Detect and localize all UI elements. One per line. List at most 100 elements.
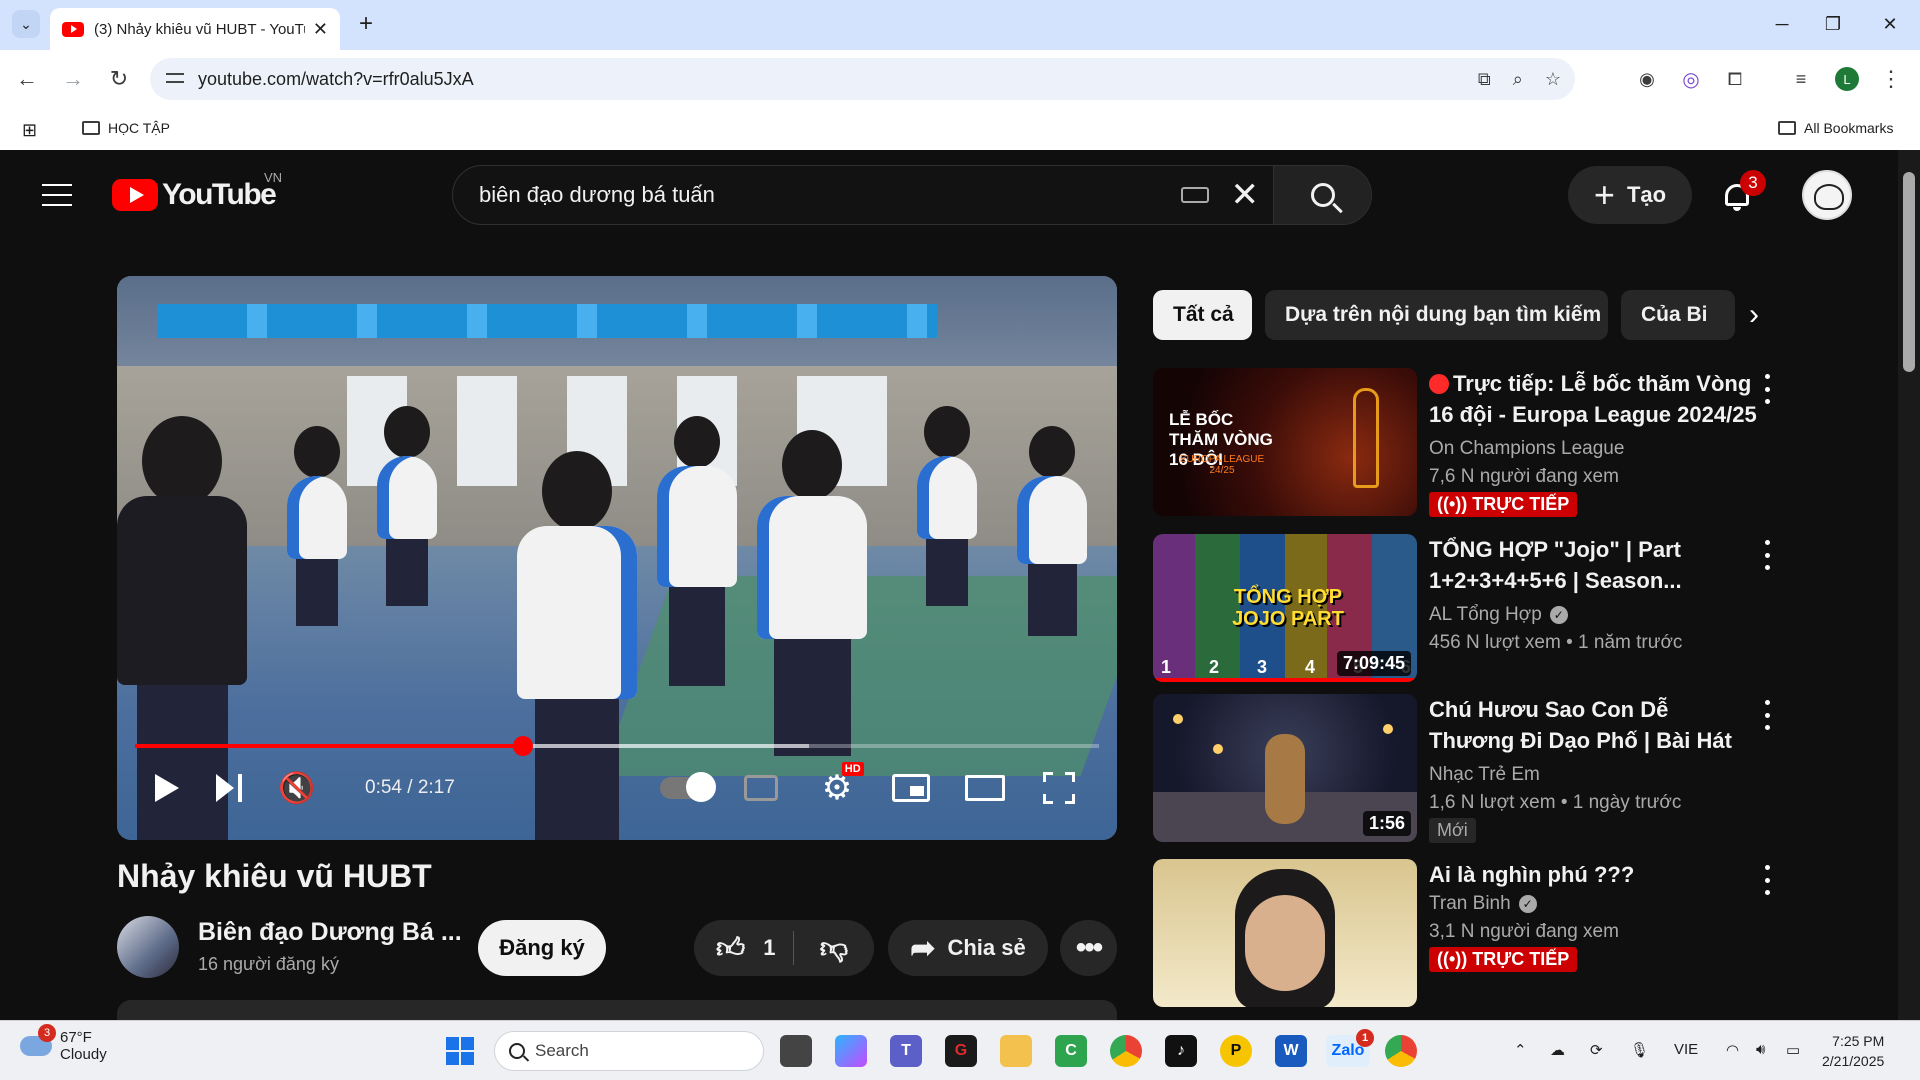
- subtitles-button[interactable]: [741, 766, 781, 810]
- recommendation-title[interactable]: Ai là nghìn phú ???: [1429, 859, 1759, 890]
- all-bookmarks-button[interactable]: All Bookmarks: [1778, 120, 1893, 136]
- apps-grid-icon[interactable]: ⊞: [22, 120, 37, 141]
- recommendation-channel[interactable]: AL Tổng Hợp ✓: [1429, 604, 1568, 626]
- scrollbar-thumb[interactable]: [1903, 172, 1915, 372]
- miniplayer-button[interactable]: [889, 766, 933, 810]
- start-button[interactable]: [444, 1035, 476, 1067]
- clear-search-icon[interactable]: ✕: [1231, 175, 1260, 215]
- autoplay-toggle[interactable]: [657, 766, 717, 810]
- chip-based-on-search[interactable]: Dựa trên nội dung bạn tìm kiếm: [1265, 290, 1608, 340]
- browser-menu-icon[interactable]: ⋮: [1876, 64, 1906, 94]
- volume-icon[interactable]: 🔊︎: [1756, 1041, 1765, 1058]
- search-input[interactable]: biên đạo dương bá tuấn: [453, 166, 1181, 224]
- microphone-icon[interactable]: 🎙︎: [1630, 1041, 1649, 1059]
- page-scrollbar[interactable]: [1898, 150, 1920, 1020]
- profile-button[interactable]: L: [1832, 64, 1862, 94]
- word-icon[interactable]: W: [1275, 1035, 1307, 1067]
- open-in-app-icon[interactable]: ⧉: [1478, 69, 1491, 90]
- bookmark-folder-hoc-tap[interactable]: HỌC TẬP: [82, 120, 170, 136]
- task-view-icon[interactable]: [780, 1035, 812, 1067]
- minimize-button[interactable]: ─: [1762, 10, 1802, 38]
- weather-widget[interactable]: 3 67°F Cloudy: [20, 1024, 107, 1063]
- zoom-icon[interactable]: ⌕: [1513, 69, 1523, 90]
- user-avatar[interactable]: [1802, 170, 1852, 220]
- play-button[interactable]: [147, 766, 187, 810]
- more-vertical-icon[interactable]: [1757, 865, 1777, 895]
- more-vertical-icon[interactable]: [1757, 540, 1777, 570]
- chevron-right-icon[interactable]: ›: [1735, 290, 1773, 340]
- forward-button[interactable]: →: [58, 64, 88, 94]
- channel-name[interactable]: Biên đạo Dương Bá ...: [198, 918, 462, 947]
- description-box[interactable]: [117, 1000, 1117, 1020]
- recommendation-title[interactable]: TỔNG HỢP "Jojo" | Part 1+2+3+4+5+6 | Sea…: [1429, 534, 1759, 596]
- recommendation-title[interactable]: Chú Hươu Sao Con Dễ Thương Đi Dạo Phố | …: [1429, 694, 1759, 756]
- chip-all[interactable]: Tất cả: [1153, 290, 1252, 340]
- guide-menu-icon[interactable]: [42, 184, 72, 206]
- tab-close-icon[interactable]: ✕: [313, 19, 328, 40]
- theater-mode-button[interactable]: [963, 766, 1007, 810]
- share-button[interactable]: ➦ Chia sẻ: [888, 920, 1048, 976]
- garena-icon[interactable]: G: [945, 1035, 977, 1067]
- next-button[interactable]: [209, 766, 249, 810]
- chip-from-channel[interactable]: Của Bi: [1621, 290, 1735, 340]
- fullscreen-button[interactable]: [1037, 766, 1081, 810]
- back-button[interactable]: ←: [12, 64, 42, 94]
- recommendation-channel[interactable]: Tran Binh ✓: [1429, 893, 1537, 915]
- bookmark-star-icon[interactable]: ☆: [1545, 69, 1561, 90]
- more-vertical-icon[interactable]: [1757, 374, 1777, 404]
- vpn-icon[interactable]: ☁: [1550, 1041, 1565, 1059]
- video-thumbnail[interactable]: 1:56: [1153, 694, 1417, 842]
- create-button[interactable]: + Tạo: [1568, 166, 1692, 224]
- sync-icon[interactable]: ⟳: [1590, 1041, 1603, 1059]
- color-extension-icon[interactable]: ◎: [1676, 64, 1706, 94]
- copilot-icon[interactable]: [835, 1035, 867, 1067]
- subscribe-button[interactable]: Đăng ký: [478, 920, 606, 976]
- chat-app-icon[interactable]: P: [1220, 1035, 1252, 1067]
- channel-avatar[interactable]: [117, 916, 179, 978]
- reload-button[interactable]: ↻: [104, 64, 134, 94]
- show-hidden-icons[interactable]: ⌃: [1514, 1041, 1527, 1059]
- dislike-button[interactable]: 👎︎: [794, 931, 874, 965]
- more-actions-button[interactable]: •••: [1060, 920, 1117, 976]
- language-indicator[interactable]: VIE: [1674, 1041, 1698, 1058]
- recommendation-item[interactable]: 1:56 Chú Hươu Sao Con Dễ Thương Đi Dạo P…: [1153, 694, 1793, 844]
- taskbar-search[interactable]: Search: [494, 1031, 764, 1071]
- youtube-logo[interactable]: YouTube: [112, 178, 277, 212]
- file-explorer-icon[interactable]: [1000, 1035, 1032, 1067]
- video-thumbnail[interactable]: TỔNG HỢP JOJO PART 123456 7:09:45: [1153, 534, 1417, 682]
- like-button[interactable]: 👍︎ 1: [694, 931, 794, 965]
- progress-bar[interactable]: [135, 736, 1099, 756]
- keyboard-icon[interactable]: [1180, 187, 1209, 203]
- recommendation-title[interactable]: Trực tiếp: Lễ bốc thăm Vòng 16 đội - Eur…: [1429, 368, 1759, 430]
- media-control-icon[interactable]: ≡: [1786, 64, 1816, 94]
- camera-extension-icon[interactable]: ◉: [1632, 64, 1662, 94]
- close-window-button[interactable]: ✕: [1870, 10, 1910, 38]
- restore-button[interactable]: ❐: [1813, 10, 1853, 38]
- coccoc-icon[interactable]: C: [1055, 1035, 1087, 1067]
- recommendation-channel[interactable]: On Champions League: [1429, 438, 1624, 460]
- extensions-icon[interactable]: ⧠: [1720, 64, 1750, 94]
- recommendation-item[interactable]: LỄ BỐC THĂM VÒNG 16 ĐỘI EUROPA LEAGUE 24…: [1153, 368, 1793, 518]
- tiktok-icon[interactable]: ♪: [1165, 1035, 1197, 1067]
- search-button[interactable]: [1273, 166, 1371, 224]
- video-thumbnail[interactable]: [1153, 859, 1417, 1007]
- recommendation-item[interactable]: Ai là nghìn phú ??? Tran Binh ✓ 3,1 N ngư…: [1153, 859, 1793, 1009]
- new-tab-button[interactable]: +: [352, 10, 380, 38]
- video-thumbnail[interactable]: LỄ BỐC THĂM VÒNG 16 ĐỘI EUROPA LEAGUE 24…: [1153, 368, 1417, 516]
- teams-icon[interactable]: T: [890, 1035, 922, 1067]
- site-info-icon[interactable]: [166, 70, 184, 88]
- wifi-icon[interactable]: ◠: [1726, 1041, 1739, 1059]
- mute-button[interactable]: 🔇: [277, 766, 317, 810]
- video-player[interactable]: 🔇 0:54 / 2:17 ⚙ HD: [117, 276, 1117, 840]
- active-tab[interactable]: (3) Nhảy khiêu vũ HUBT - YouTu ✕: [50, 8, 340, 50]
- chrome-profile-icon[interactable]: [1385, 1035, 1417, 1067]
- address-bar[interactable]: youtube.com/watch?v=rfr0alu5JxA ⧉ ⌕ ☆: [150, 58, 1575, 100]
- chrome-icon[interactable]: [1110, 1035, 1142, 1067]
- tab-search-button[interactable]: ⌄: [12, 10, 40, 38]
- zalo-icon[interactable]: Zalo 1: [1326, 1029, 1374, 1067]
- settings-button[interactable]: ⚙ HD: [815, 762, 864, 810]
- recommendation-channel[interactable]: Nhạc Trẻ Em: [1429, 764, 1540, 786]
- battery-icon[interactable]: ▭: [1786, 1041, 1800, 1059]
- recommendation-item[interactable]: TỔNG HỢP JOJO PART 123456 7:09:45 TỔNG H…: [1153, 534, 1793, 684]
- more-vertical-icon[interactable]: [1757, 700, 1777, 730]
